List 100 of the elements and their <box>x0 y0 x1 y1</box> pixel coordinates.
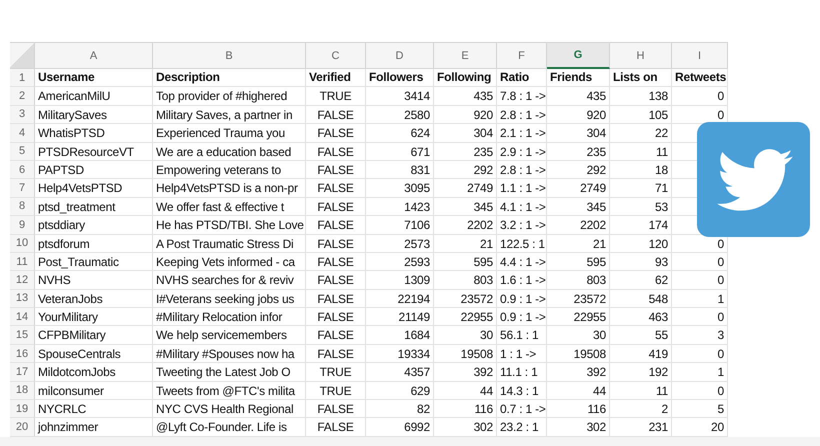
table-cell: Military Saves, a partner in <box>153 106 306 124</box>
table-cell: 116 <box>434 400 497 418</box>
table-cell: 116 <box>547 400 610 418</box>
table-cell: 3414 <box>366 87 434 106</box>
table-cell: FALSE <box>306 124 366 143</box>
table-cell: 803 <box>434 271 497 290</box>
table-cell: 122.5 : 1 <box>497 234 547 253</box>
row-number: 8 <box>10 198 35 216</box>
table-cell: CFPBMilitary <box>35 326 153 345</box>
column-header[interactable]: C <box>306 43 366 69</box>
table-cell: 11 <box>610 382 672 400</box>
table-cell: 595 <box>434 252 497 272</box>
table-cell: FALSE <box>306 400 366 418</box>
header-cell: Username <box>35 69 153 88</box>
table-cell: MildotcomJobs <box>35 363 153 382</box>
column-header[interactable]: H <box>610 43 672 69</box>
column-header[interactable]: B <box>153 43 306 69</box>
table-cell: YourMilitary <box>35 308 153 326</box>
table-cell: 2.8 : 1 -> <box>497 106 547 124</box>
table-cell: A Post Traumatic Stress Di <box>153 234 306 253</box>
table-cell: 629 <box>366 382 434 400</box>
table-cell: 2.1 : 1 -> <box>497 124 547 143</box>
table-cell: 30 <box>547 326 610 345</box>
table-cell: 1684 <box>366 326 434 345</box>
table-cell: 18 <box>610 160 672 180</box>
table-cell: I#Veterans seeking jobs us <box>153 290 306 308</box>
table-cell: 7.8 : 1 -> <box>497 87 547 106</box>
table-cell: 1423 <box>366 198 434 216</box>
table-cell: We help servicemembers <box>153 326 306 345</box>
column-header[interactable]: G <box>547 43 610 69</box>
table-cell: VeteranJobs <box>35 290 153 308</box>
column-header[interactable]: D <box>366 43 434 69</box>
table-cell: 56.1 : 1 <box>497 326 547 345</box>
table-cell: 5 <box>672 400 728 418</box>
table-cell: 19334 <box>366 344 434 364</box>
table-cell: 2580 <box>366 106 434 124</box>
column-header[interactable]: A <box>35 43 153 69</box>
table-cell: FALSE <box>306 216 366 235</box>
table-cell: 831 <box>366 160 434 180</box>
table-cell: NYCRLC <box>35 400 153 418</box>
table-cell: 0 <box>672 87 728 106</box>
table-cell: We offer fast & effective t <box>153 198 306 216</box>
table-cell: 19508 <box>547 344 610 364</box>
table-cell: 22955 <box>434 308 497 326</box>
table-cell: NVHS <box>35 271 153 290</box>
table-cell: TRUE <box>306 87 366 106</box>
table-cell: 392 <box>547 363 610 382</box>
row-number: 3 <box>10 106 35 124</box>
row-number: 11 <box>10 252 35 272</box>
table-cell: FALSE <box>306 344 366 364</box>
table-cell: 2 <box>610 400 672 418</box>
table-cell: 0 <box>672 344 728 364</box>
row-number: 9 <box>10 216 35 235</box>
bird-logo-icon <box>697 122 810 237</box>
table-cell: 292 <box>434 160 497 180</box>
table-cell: 1.1 : 1 -> <box>497 179 547 198</box>
table-cell: 1309 <box>366 271 434 290</box>
table-cell: Tweeting the Latest Job O <box>153 363 306 382</box>
row-number: 14 <box>10 308 35 326</box>
table-cell: 0.9 : 1 -> <box>497 290 547 308</box>
table-cell: NYC CVS Health Regional <box>153 400 306 418</box>
table-cell: TRUE <box>306 382 366 400</box>
table-cell: PAPTSD <box>35 160 153 180</box>
table-cell: 2.8 : 1 -> <box>497 160 547 180</box>
row-number: 16 <box>10 344 35 364</box>
table-cell: 2749 <box>434 179 497 198</box>
table-cell: He has PTSD/TBI. She Love <box>153 216 306 235</box>
table-cell: 235 <box>434 142 497 161</box>
row-number: 2 <box>10 87 35 106</box>
row-number: 6 <box>10 160 35 180</box>
table-cell: 1 : 1 -> <box>497 344 547 364</box>
table-cell: 30 <box>434 326 497 345</box>
table-cell: 1 <box>672 363 728 382</box>
column-header[interactable]: E <box>434 43 497 69</box>
table-cell: Experienced Trauma you <box>153 124 306 143</box>
column-header[interactable]: I <box>672 43 728 69</box>
table-cell: 0 <box>672 252 728 272</box>
table-cell: 304 <box>434 124 497 143</box>
table-cell: 1.6 : 1 -> <box>497 271 547 290</box>
table-cell: 2749 <box>547 179 610 198</box>
table-cell: FALSE <box>306 198 366 216</box>
table-cell: 19508 <box>434 344 497 364</box>
table-cell: 21149 <box>366 308 434 326</box>
row-number: 20 <box>10 418 35 437</box>
table-cell: Top provider of #highered <box>153 87 306 106</box>
row-number: 15 <box>10 326 35 345</box>
table-cell: 0 <box>672 271 728 290</box>
table-cell: 419 <box>610 344 672 364</box>
row-number: 10 <box>10 234 35 253</box>
table-cell: 548 <box>610 290 672 308</box>
row-number: 1 <box>10 69 35 88</box>
table-cell: 0.7 : 1 -> <box>497 400 547 418</box>
table-cell: 0 <box>672 308 728 326</box>
table-cell: 11 <box>610 142 672 161</box>
table-cell: FALSE <box>306 290 366 308</box>
table-cell: FALSE <box>306 252 366 272</box>
table-cell: 1 <box>672 290 728 308</box>
select-all-corner[interactable] <box>10 43 35 69</box>
table-cell: 3 <box>672 326 728 345</box>
column-header[interactable]: F <box>497 43 547 69</box>
